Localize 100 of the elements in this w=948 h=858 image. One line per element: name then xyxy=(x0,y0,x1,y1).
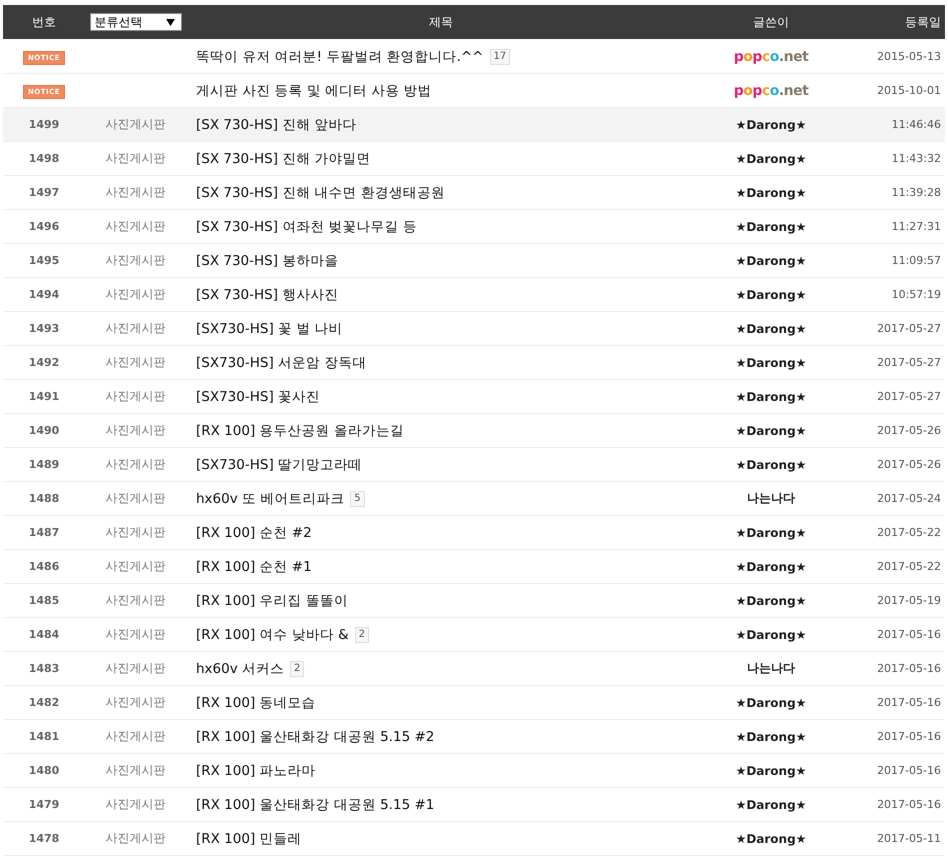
post-title-link[interactable]: [SX 730-HS] 행사사진 xyxy=(196,286,338,304)
post-title-link[interactable]: [SX730-HS] 꽃사진 xyxy=(196,388,320,406)
post-title-link[interactable]: [RX 100] 우리집 똘똘이 xyxy=(196,592,348,610)
post-title-link[interactable]: 게시판 사진 등록 및 에디터 사용 방법 xyxy=(196,82,432,100)
author-name[interactable]: ★Darong★ xyxy=(736,356,806,370)
post-title-link[interactable]: [SX 730-HS] 진해 가야밀면 xyxy=(196,150,371,168)
author-name[interactable]: ★Darong★ xyxy=(736,322,806,336)
author-name[interactable]: ★Darong★ xyxy=(736,696,806,710)
table-row[interactable]: 1487 사진게시판 [RX 100] 순천 #2 ★Darong★ 2017-05-22 xyxy=(3,516,945,550)
caret-icon xyxy=(166,18,174,26)
post-title-link[interactable]: [SX 730-HS] 여좌천 벚꽃나무길 등 xyxy=(196,218,417,236)
post-title-link[interactable]: [SX 730-HS] 진해 내수면 환경생태공원 xyxy=(196,184,445,202)
category-label: 사진게시판 xyxy=(106,490,166,507)
table-row[interactable]: 1482 사진게시판 [RX 100] 동네모습 ★Darong★ 2017-05-16 xyxy=(3,686,945,720)
post-date: 2017-05-11 xyxy=(877,832,941,845)
table-row[interactable]: 1483 사진게시판 hx60v 서커스 2 나는나다 2017-05-16 xyxy=(3,652,945,686)
author-name[interactable]: ★Darong★ xyxy=(736,288,806,302)
table-row[interactable]: 1484 사진게시판 [RX 100] 여수 낮바다 & 2 ★Darong★ 2017-05-16 xyxy=(3,618,945,652)
post-title-link[interactable]: [SX 730-HS] 봉하마을 xyxy=(196,252,338,270)
table-row[interactable]: 1492 사진게시판 [SX730-HS] 서운암 장독대 ★Darong★ 2017-05-27 xyxy=(3,346,945,380)
author-name[interactable]: ★Darong★ xyxy=(736,254,806,268)
post-title-link[interactable]: [SX 730-HS] 진해 앞바다 xyxy=(196,116,357,134)
post-date: 11:27:31 xyxy=(892,220,941,233)
author-name[interactable]: ★Darong★ xyxy=(736,152,806,166)
post-date: 11:46:46 xyxy=(892,118,941,131)
table-row[interactable]: 1488 사진게시판 hx60v 또 베어트리파크 5 나는나다 2017-05-24 xyxy=(3,482,945,516)
post-number: 1496 xyxy=(28,220,60,233)
category-label: 사진게시판 xyxy=(106,184,166,201)
post-date: 2015-05-13 xyxy=(877,50,941,63)
comment-count: 17 xyxy=(490,48,510,64)
table-row[interactable]: 1489 사진게시판 [SX730-HS] 딸기망고라떼 ★Darong★ 2017-05-26 xyxy=(3,448,945,482)
post-title-link[interactable]: [SX730-HS] 딸기망고라떼 xyxy=(196,456,362,474)
table-row[interactable]: 1485 사진게시판 [RX 100] 우리집 똘똘이 ★Darong★ 2017-05-19 xyxy=(3,584,945,618)
post-date: 2017-05-26 xyxy=(877,458,941,471)
column-header: 번호 xyxy=(32,14,56,28)
post-title-link[interactable]: [RX 100] 여수 낮바다 & xyxy=(196,626,349,644)
author-name[interactable]: ★Darong★ xyxy=(736,118,806,132)
post-title-link[interactable]: [RX 100] 울산태화강 대공원 5.15 #1 xyxy=(196,796,434,814)
post-title-link[interactable]: 똑딱이 유저 여러분! 두팔벌려 환영합니다.^^ xyxy=(196,48,484,66)
post-title-link[interactable]: [RX 100] 순천 #1 xyxy=(196,558,312,576)
post-title-link[interactable]: [SX730-HS] 서운암 장독대 xyxy=(196,354,366,372)
author-name[interactable]: ★Darong★ xyxy=(736,628,806,642)
author-name[interactable]: ★Darong★ xyxy=(736,424,806,438)
author-name[interactable]: ★Darong★ xyxy=(736,220,806,234)
table-row[interactable]: 1496 사진게시판 [SX 730-HS] 여좌천 벚꽃나무길 등 ★Darong★ 11:27:31 xyxy=(3,210,945,244)
category-label: 사진게시판 xyxy=(106,694,166,711)
post-title-link[interactable]: [RX 100] 동네모습 xyxy=(196,694,316,712)
table-row[interactable]: 1499 사진게시판 [SX 730-HS] 진해 앞바다 ★Darong★ 11:46:46 xyxy=(3,108,945,142)
post-number: 1493 xyxy=(28,322,60,335)
author-name[interactable]: 나는나다 xyxy=(747,660,795,677)
post-title-link[interactable]: [RX 100] 울산태화강 대공원 5.15 #2 xyxy=(196,728,434,746)
post-date: 10:57:19 xyxy=(892,288,941,301)
post-title-link[interactable]: [RX 100] 순천 #2 xyxy=(196,524,312,542)
author-name[interactable]: ★Darong★ xyxy=(736,390,806,404)
post-number: 1497 xyxy=(28,186,60,199)
author-name[interactable]: ★Darong★ xyxy=(736,560,806,574)
author-name[interactable]: ★Darong★ xyxy=(736,764,806,778)
table-row[interactable]: 1493 사진게시판 [SX730-HS] 꽃 벌 나비 ★Darong★ 2017-05-27 xyxy=(3,312,945,346)
post-date: 2017-05-27 xyxy=(877,356,941,369)
table-row[interactable]: 1479 사진게시판 [RX 100] 울산태화강 대공원 5.15 #1 ★Darong★ 2017-05-16 xyxy=(3,788,945,822)
author-name[interactable]: ★Darong★ xyxy=(736,186,806,200)
post-date: 2015-10-01 xyxy=(877,84,941,97)
category-label: 사진게시판 xyxy=(106,524,166,541)
post-date: 11:39:28 xyxy=(892,186,941,199)
post-number: 1487 xyxy=(28,526,60,539)
table-row[interactable]: 1495 사진게시판 [SX 730-HS] 봉하마을 ★Darong★ 11:09:57 xyxy=(3,244,945,278)
category-label: 사진게시판 xyxy=(106,456,166,473)
author-name[interactable]: 나는나다 xyxy=(747,490,795,507)
author-name[interactable]: ★Darong★ xyxy=(736,832,806,846)
post-title-link[interactable]: [SX730-HS] 꽃 벌 나비 xyxy=(196,320,343,338)
table-row[interactable]: 1490 사진게시판 [RX 100] 용두산공원 올라가는길 ★Darong★ 2017-05-26 xyxy=(3,414,945,448)
table-row[interactable]: 1497 사진게시판 [SX 730-HS] 진해 내수면 환경생태공원 ★Darong★ 11:39:28 xyxy=(3,176,945,210)
author-name[interactable]: ★Darong★ xyxy=(736,594,806,608)
table-row[interactable]: 1478 사진게시판 [RX 100] 민들레 ★Darong★ 2017-05-11 xyxy=(3,822,945,856)
table-row[interactable]: 1498 사진게시판 [SX 730-HS] 진해 가야밀면 ★Darong★ 11:43:32 xyxy=(3,142,945,176)
table-row[interactable]: 1481 사진게시판 [RX 100] 울산태화강 대공원 5.15 #2 ★Darong★ 2017-05-16 xyxy=(3,720,945,754)
category-label: 사진게시판 xyxy=(106,626,166,643)
post-date: 2017-05-16 xyxy=(877,798,941,811)
author-name[interactable]: ★Darong★ xyxy=(736,730,806,744)
post-date: 11:43:32 xyxy=(892,152,941,165)
post-title-link[interactable]: hx60v 또 베어트리파크 xyxy=(196,490,344,508)
table-row[interactable]: 1486 사진게시판 [RX 100] 순천 #1 ★Darong★ 2017-05-22 xyxy=(3,550,945,584)
table-row[interactable]: 1480 사진게시판 [RX 100] 파노라마 ★Darong★ 2017-05-16 xyxy=(3,754,945,788)
comment-count: 2 xyxy=(354,626,369,642)
post-title-link[interactable]: [RX 100] 용두산공원 올라가는길 xyxy=(196,422,404,440)
author-name[interactable]: ★Darong★ xyxy=(736,526,806,540)
post-number: 1491 xyxy=(28,390,60,403)
author-name[interactable]: ★Darong★ xyxy=(736,798,806,812)
category-label: 사진게시판 xyxy=(106,728,166,745)
category-dropdown[interactable]: 분류선택 xyxy=(90,13,182,31)
post-title-link[interactable]: hx60v 서커스 xyxy=(196,660,284,678)
table-row[interactable]: 1491 사진게시판 [SX730-HS] 꽃사진 ★Darong★ 2017-05-27 xyxy=(3,380,945,414)
post-number: 1490 xyxy=(28,424,60,437)
category-label: 사진게시판 xyxy=(106,354,166,371)
post-title-link[interactable]: [RX 100] 민들레 xyxy=(196,830,302,848)
table-row[interactable]: 1494 사진게시판 [SX 730-HS] 행사사진 ★Darong★ 10:57:19 xyxy=(3,278,945,312)
post-number: 1484 xyxy=(28,628,60,641)
post-number: 1481 xyxy=(28,730,60,743)
post-title-link[interactable]: [RX 100] 파노라마 xyxy=(196,762,316,780)
author-name[interactable]: ★Darong★ xyxy=(736,458,806,472)
